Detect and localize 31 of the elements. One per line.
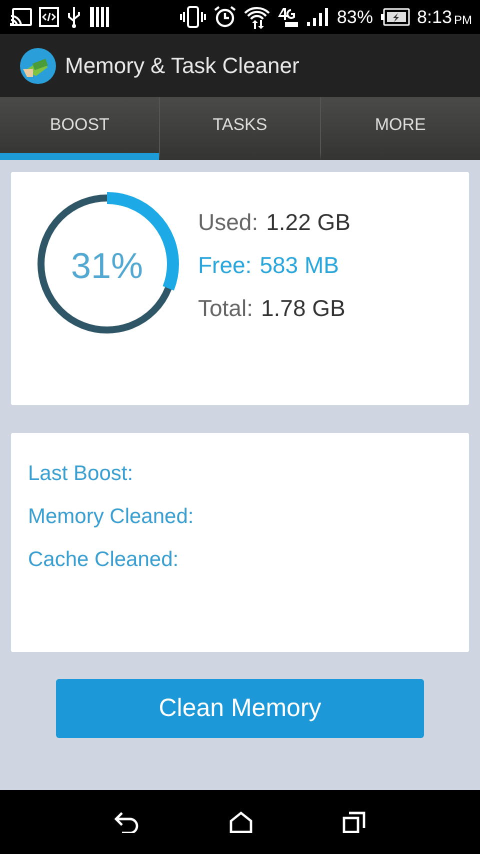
stat-value: 1.78 GB <box>260 295 346 322</box>
cast-icon <box>10 8 32 26</box>
clock-ampm: PM <box>454 12 472 26</box>
code-icon <box>39 7 59 27</box>
home-icon[interactable] <box>228 811 253 833</box>
history-label: Cache Cleaned: <box>28 547 180 573</box>
memory-percent: 31% <box>70 245 144 287</box>
app-title: Memory & Task Cleaner <box>65 52 300 78</box>
barcode-icon <box>89 6 109 28</box>
app-logo-icon <box>19 46 57 84</box>
vibrate-icon <box>180 6 206 28</box>
stat-label: Free: <box>198 252 252 279</box>
battery-charging-icon <box>380 8 410 26</box>
signal-icon <box>306 7 330 27</box>
stat-value: 1.22 GB <box>266 209 350 236</box>
back-icon[interactable] <box>114 811 140 833</box>
tab[interactable]: TASKS <box>159 97 320 160</box>
stat-value: 583 MB <box>260 252 339 279</box>
wifi-icon <box>244 5 270 29</box>
history-label: Memory Cleaned: <box>28 504 195 530</box>
tab[interactable]: BOOST <box>0 97 160 160</box>
clock-time: 8:13 <box>416 6 452 28</box>
tab[interactable]: MORE <box>320 97 480 160</box>
history-label: Last Boost: <box>28 461 134 487</box>
lte-icon <box>276 6 299 28</box>
usb-icon <box>66 6 82 28</box>
stat-label: Used: <box>198 209 258 236</box>
battery-percent: 83% <box>336 6 373 28</box>
alarm-icon <box>212 5 237 29</box>
recent-apps-icon[interactable] <box>342 811 366 833</box>
stat-label: Total: <box>198 295 253 322</box>
